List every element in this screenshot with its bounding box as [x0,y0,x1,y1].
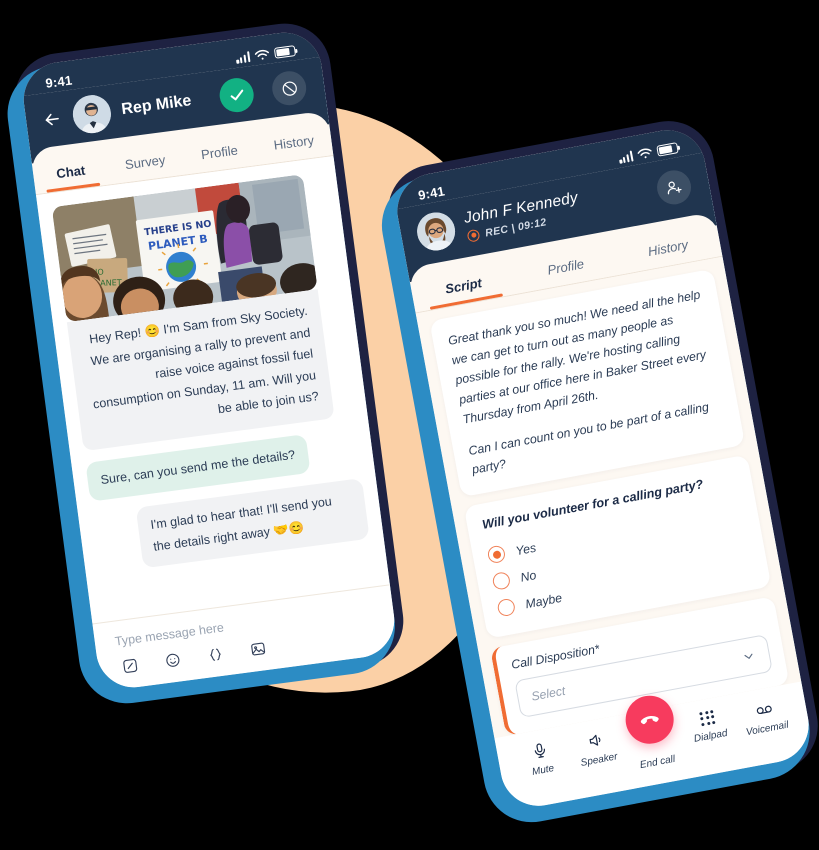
avatar[interactable] [70,92,114,136]
block-icon [282,81,297,96]
reject-button[interactable] [270,69,309,108]
battery-icon [656,142,679,157]
merge-field-icon[interactable] [207,646,225,664]
radio-icon [486,544,507,565]
accept-button[interactable] [217,76,256,115]
voicemail-label: Voicemail [745,719,790,739]
dialpad-label: Dialpad [692,727,729,745]
battery-icon [273,45,297,59]
survey-option-yes-label: Yes [514,540,538,559]
end-call-button[interactable]: End call [621,691,684,773]
tab-chat-label: Chat [55,162,87,182]
check-icon [230,89,243,100]
mute-button[interactable]: Mute [512,738,569,781]
signal-bars-icon [235,51,251,64]
image-icon[interactable] [249,640,267,658]
status-time: 9:41 [44,72,74,91]
mute-label: Mute [531,763,556,778]
record-icon [466,228,481,243]
script-panel: Great thank you so much! We need all the… [415,256,802,739]
phone-mockup-call: 9:41 John F Kennedy REC | 09:12 Script P… [380,113,819,823]
speaker-button[interactable]: Speaker [568,727,625,770]
signature-icon[interactable] [121,657,139,675]
dialpad-icon [699,710,716,727]
contact-name: Rep Mike [120,92,193,119]
call-disposition-value: Select [530,684,567,705]
tab-history-label: History [646,236,690,260]
radio-icon [491,571,512,592]
survey-option-maybe-label: Maybe [524,590,564,612]
wifi-icon [254,49,270,60]
phone-two-screen: 9:41 John F Kennedy REC | 09:12 Script P… [391,123,815,813]
speaker-icon [589,734,600,746]
dialpad-button[interactable]: Dialpad [680,707,737,747]
chat-message-list: NO PLANET THERE IS NO PLANET B Hey Rep! … [36,156,390,624]
voicemail-icon [756,705,772,715]
microphone-icon [534,743,545,759]
tab-history-label: History [272,132,315,153]
tab-survey-label: Survey [124,152,167,173]
add-person-button[interactable] [654,167,694,208]
survey-option-no-label: No [519,567,538,585]
avatar[interactable] [413,209,459,254]
end-call-label: End call [639,753,677,772]
emoji-icon[interactable] [164,651,182,669]
end-call-icon [640,716,659,725]
signal-bars-icon [618,150,634,164]
chevron-down-icon [744,653,753,660]
message-with-image: NO PLANET THERE IS NO PLANET B Hey Rep! … [51,174,335,451]
add-person-icon [667,181,682,195]
radio-icon [496,597,517,618]
tab-profile-label: Profile [200,142,239,163]
tab-profile-label: Profile [546,256,586,278]
speaker-label: Speaker [579,751,619,769]
back-arrow-icon[interactable] [41,108,63,130]
illustration-stage: 9:41 Rep Mike Chat Survey Profile Histor… [0,0,819,850]
voicemail-button[interactable]: Voicemail [737,696,794,739]
message-bubble-outgoing: I'm glad to hear that! I'll send you the… [135,478,370,569]
tab-script-label: Script [443,275,483,297]
wifi-icon [637,148,652,159]
